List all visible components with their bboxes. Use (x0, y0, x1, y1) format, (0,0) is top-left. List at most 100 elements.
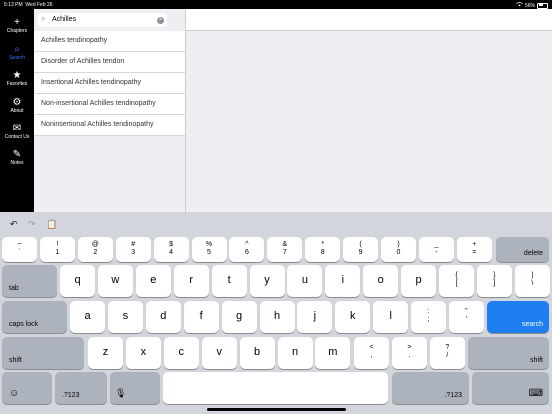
key[interactable]: | \ (514, 265, 550, 297)
caps-lock-key[interactable]: caps lock (2, 301, 67, 333)
search-icon: ⌕ (41, 14, 46, 23)
tab-key-label: tab (9, 285, 19, 292)
numbers-key-left[interactable]: .?123 (55, 372, 107, 404)
key[interactable]: q (60, 265, 95, 297)
key[interactable]: k (335, 301, 371, 333)
delete-key[interactable]: delete (496, 237, 549, 262)
search-icon: ⌕ (14, 44, 20, 55)
sidebar-item-contact-us[interactable]: ✉ Contact Us (0, 123, 34, 140)
key[interactable]: " ' (448, 301, 484, 333)
paste-icon[interactable]: 📋 (46, 219, 57, 230)
key[interactable]: % 5 (191, 237, 227, 262)
key[interactable]: t (211, 265, 247, 297)
key[interactable]: l (373, 301, 409, 333)
key[interactable]: #3 (115, 237, 151, 262)
key-shift-char: ) (397, 240, 400, 248)
numbers-key-label: .?123 (62, 392, 80, 399)
key-char: [ (455, 280, 458, 287)
key-char: w (111, 274, 120, 286)
tab-key[interactable]: tab (2, 265, 57, 297)
key[interactable]: a (70, 301, 105, 333)
key[interactable]: h (259, 301, 295, 333)
mail-icon: ✉ (12, 123, 22, 134)
key-shift-char: : (427, 308, 430, 315)
key[interactable]: >. (391, 337, 427, 369)
key[interactable]: w (97, 265, 133, 297)
key[interactable]: ) 0 (381, 237, 416, 262)
shift-key-label: shift (9, 357, 22, 364)
key[interactable]: b (239, 337, 275, 369)
search-key[interactable]: search (487, 301, 549, 333)
key-char: x (140, 346, 147, 358)
key[interactable]: ^ 6 (229, 237, 265, 262)
key[interactable]: $4 (153, 237, 189, 262)
content-area (185, 9, 552, 212)
key[interactable]: _ - (418, 237, 454, 262)
key[interactable]: m (315, 337, 351, 369)
numbers-key-right[interactable]: .?123 (392, 372, 469, 404)
key[interactable]: u (287, 265, 323, 297)
space-key[interactable] (163, 372, 388, 404)
key[interactable]: }] (476, 265, 512, 297)
sidebar-item-favorites[interactable]: ★ Favorites (0, 70, 34, 87)
key[interactable]: v (201, 337, 237, 369)
sidebar: + Chapters ⌕ Search ★ Favorites ⚙ About … (0, 9, 34, 212)
key[interactable]: c (163, 337, 199, 369)
hide-keyboard-key[interactable]: ⌨ (472, 372, 549, 404)
sidebar-item-chapters[interactable]: + Chapters (0, 17, 34, 34)
key[interactable]: x (125, 337, 161, 369)
key-shift-char: ~ (17, 240, 22, 248)
shift-key-right[interactable]: shift (468, 337, 549, 369)
key-char: y (264, 274, 270, 286)
undo-icon[interactable]: ↶ (10, 219, 18, 230)
key-char: b (254, 346, 261, 358)
key[interactable]: (9 (343, 237, 379, 262)
redo-icon[interactable]: ↷ (28, 219, 36, 230)
key-shift-char: " (465, 308, 468, 315)
sidebar-item-search[interactable]: ⌕ Search (0, 44, 34, 61)
sidebar-item-about[interactable]: ⚙ About (0, 97, 34, 114)
key[interactable]: s (107, 301, 143, 333)
key[interactable]: * 8 (305, 237, 341, 262)
list-item[interactable]: Disorder of Achilles tendon (34, 52, 185, 73)
key[interactable]: e (135, 265, 171, 297)
key-char: \ (531, 280, 534, 287)
key[interactable]: + = (456, 237, 492, 262)
sidebar-item-notes[interactable]: ✎ Notes (0, 149, 34, 166)
status-time: 5:13 PM (4, 2, 23, 8)
key[interactable]: j (297, 301, 333, 333)
key[interactable]: d (145, 301, 181, 333)
list-item[interactable]: Insertional Achilles tendinopathy (34, 73, 185, 94)
key[interactable]: @2 (77, 237, 113, 262)
key[interactable]: <, (354, 337, 389, 369)
key-char: 9 (358, 248, 363, 256)
key[interactable]: p (401, 265, 437, 297)
list-item[interactable]: Non-insertional Achilles tendinopathy (34, 94, 185, 115)
key[interactable]: ? / (429, 337, 465, 369)
key[interactable]: y (249, 265, 285, 297)
microphone-key[interactable]: 🎙 (110, 372, 160, 404)
key[interactable]: {[ (439, 265, 474, 297)
key[interactable]: f (183, 301, 219, 333)
key[interactable]: ~ ` (2, 237, 37, 262)
key[interactable]: i (325, 265, 361, 297)
key[interactable]: & 7 (267, 237, 303, 262)
plus-icon: + (14, 17, 20, 28)
key[interactable]: o (363, 265, 399, 297)
emoji-key[interactable]: ☺ (2, 372, 52, 404)
key[interactable]: r (173, 265, 209, 297)
key[interactable]: ! 1 (39, 237, 75, 262)
key-char: - (435, 248, 438, 256)
search-input[interactable]: ⌕ Achilles × (37, 13, 167, 27)
list-item[interactable]: Achilles tendinopathy (34, 31, 185, 52)
key[interactable]: n (277, 337, 313, 369)
key[interactable]: z (88, 337, 123, 369)
key-shift-char: { (455, 272, 458, 279)
clear-search-icon[interactable]: × (157, 16, 164, 24)
list-item[interactable]: Noninsertional Achilles tendinopathy (34, 115, 185, 136)
key-shift-char: ^ (245, 240, 249, 248)
shift-key-left[interactable]: shift (2, 337, 84, 369)
key[interactable]: :; (411, 301, 446, 333)
key[interactable]: g (221, 301, 257, 333)
key-char: j (313, 310, 317, 322)
